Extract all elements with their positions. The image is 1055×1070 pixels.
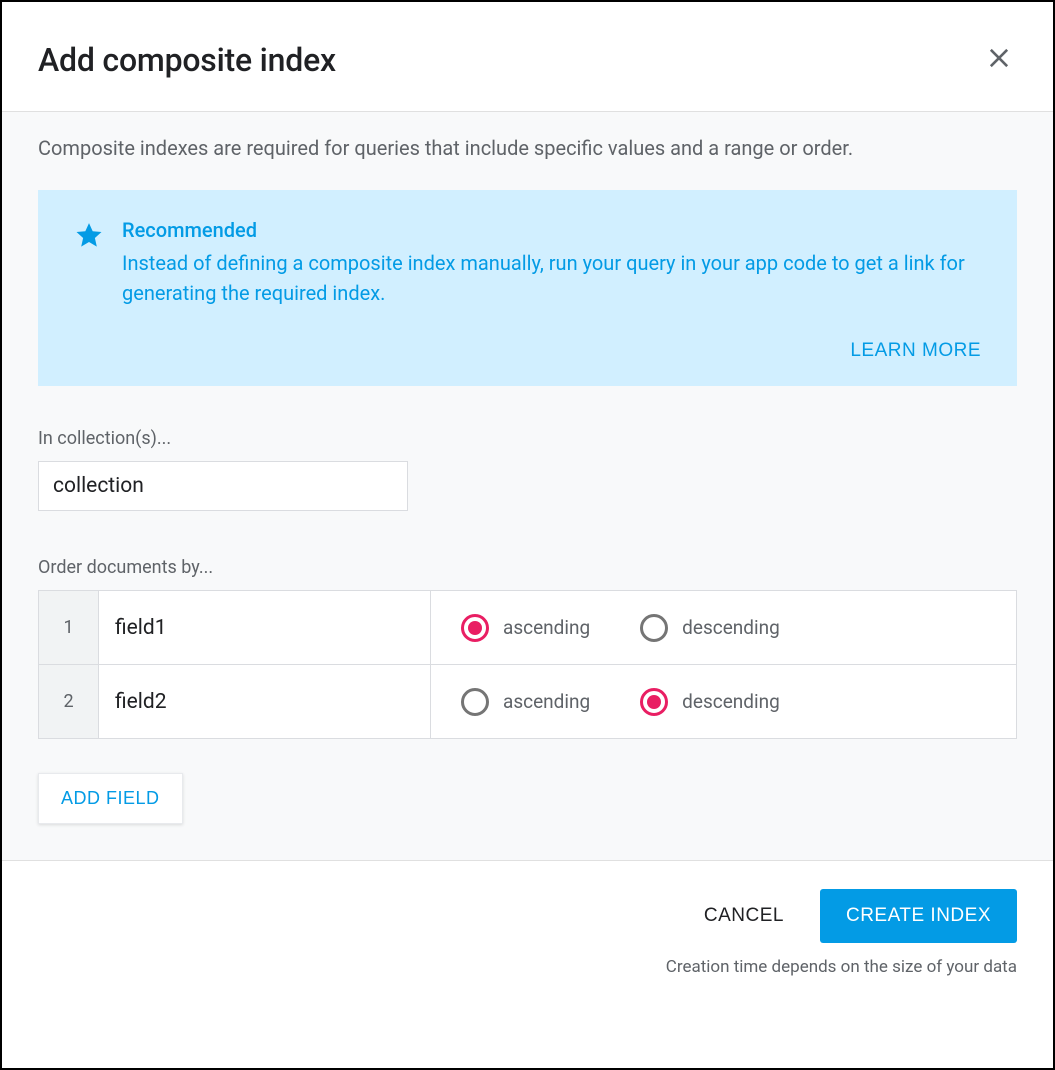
description-text: Composite indexes are required for queri…	[38, 134, 1017, 162]
radio-label: descending	[682, 616, 780, 639]
field-row: 2 ascending descending	[39, 665, 1017, 739]
direction-cell: ascending descending	[431, 665, 1017, 739]
dialog-title: Add composite index	[38, 41, 336, 79]
descending-radio[interactable]: descending	[640, 614, 780, 642]
dialog-header: Add composite index	[2, 2, 1053, 112]
recommendation-description: Instead of defining a composite index ma…	[122, 248, 981, 308]
radio-group: ascending descending	[461, 614, 986, 642]
dialog-body: Composite indexes are required for queri…	[2, 112, 1053, 860]
field-name-cell	[99, 591, 431, 665]
field-row: 1 ascending descending	[39, 591, 1017, 665]
field-name-input[interactable]	[99, 668, 430, 736]
direction-cell: ascending descending	[431, 591, 1017, 665]
radio-icon	[461, 688, 489, 716]
field-name-cell	[99, 665, 431, 739]
collection-input[interactable]	[38, 461, 408, 511]
field-name-input[interactable]	[99, 594, 430, 662]
order-label: Order documents by...	[38, 557, 1017, 578]
fields-table: 1 ascending descending	[38, 590, 1017, 739]
recommendation-text: Recommended Instead of defining a compos…	[122, 218, 981, 308]
descending-radio[interactable]: descending	[640, 688, 780, 716]
cancel-button[interactable]: CANCEL	[696, 893, 792, 939]
add-field-button[interactable]: ADD FIELD	[38, 773, 183, 824]
radio-label: ascending	[503, 616, 590, 639]
radio-icon	[640, 688, 668, 716]
close-icon	[985, 60, 1013, 75]
ascending-radio[interactable]: ascending	[461, 688, 590, 716]
order-section: Order documents by... 1 ascending	[38, 557, 1017, 824]
radio-group: ascending descending	[461, 688, 986, 716]
collection-label: In collection(s)...	[38, 428, 1017, 449]
radio-icon	[461, 614, 489, 642]
recommendation-actions: LEARN MORE	[74, 340, 981, 362]
radio-label: descending	[682, 690, 780, 713]
create-index-button[interactable]: CREATE INDEX	[820, 889, 1017, 943]
close-button[interactable]	[981, 40, 1017, 79]
recommendation-content: Recommended Instead of defining a compos…	[74, 218, 981, 308]
learn-more-button[interactable]: LEARN MORE	[850, 340, 981, 362]
radio-label: ascending	[503, 690, 590, 713]
dialog-footer: CANCEL CREATE INDEX Creation time depend…	[2, 860, 1053, 999]
row-number: 1	[39, 591, 99, 665]
footer-actions: CANCEL CREATE INDEX	[38, 889, 1017, 943]
recommendation-box: Recommended Instead of defining a compos…	[38, 190, 1017, 386]
row-number: 2	[39, 665, 99, 739]
radio-icon	[640, 614, 668, 642]
collection-section: In collection(s)...	[38, 428, 1017, 511]
ascending-radio[interactable]: ascending	[461, 614, 590, 642]
star-icon	[74, 220, 104, 308]
footer-note: Creation time depends on the size of you…	[38, 957, 1017, 977]
recommendation-heading: Recommended	[122, 218, 981, 242]
